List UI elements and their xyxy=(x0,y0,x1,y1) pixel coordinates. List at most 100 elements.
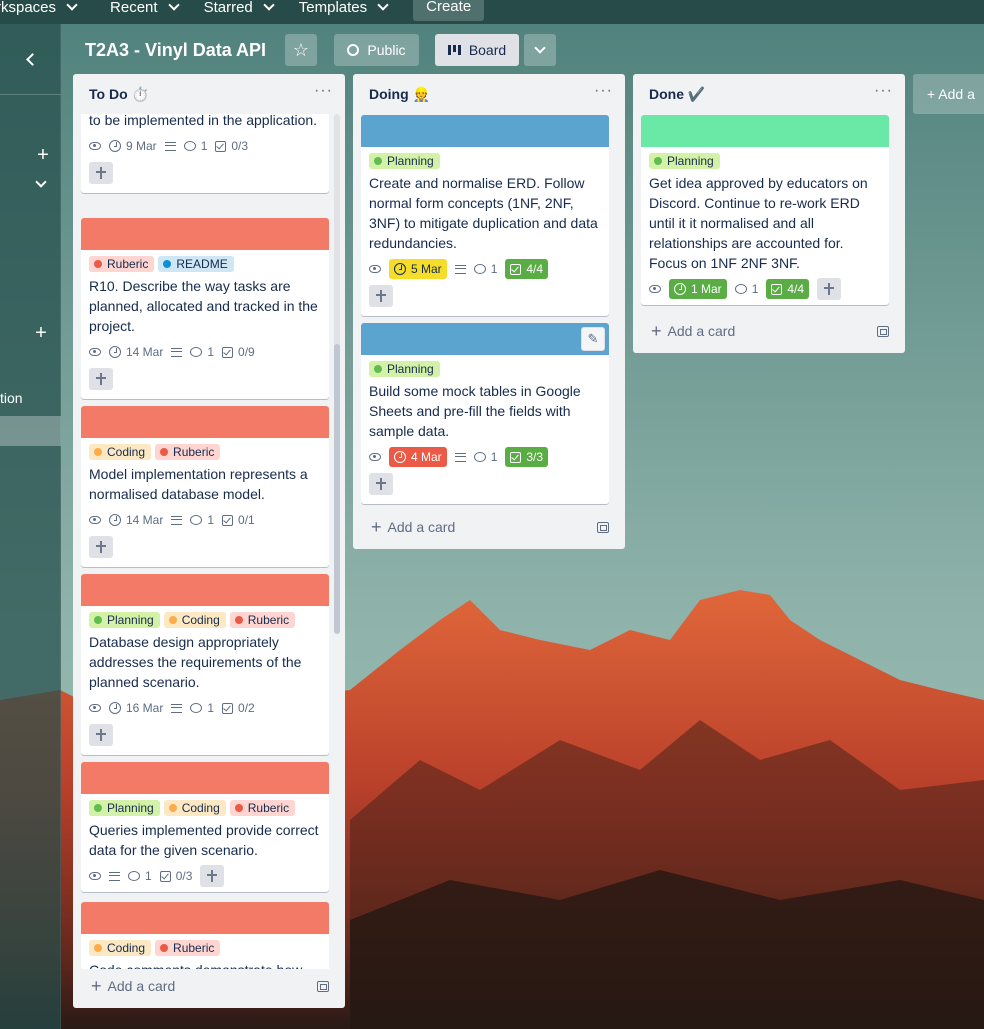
member-avatar-icon[interactable] xyxy=(200,865,225,887)
view-switcher-button[interactable] xyxy=(524,34,556,66)
due-date-badge[interactable]: 1 Mar xyxy=(669,279,727,299)
sidebar-item-active[interactable] xyxy=(0,416,61,446)
member-avatar-icon[interactable] xyxy=(89,536,113,558)
checklist-icon xyxy=(771,283,783,295)
card-title: Create and normalise ERD. Follow normal … xyxy=(369,175,598,251)
card[interactable]: to be implemented in the application. 9 … xyxy=(81,114,329,193)
label-readme[interactable]: README xyxy=(158,256,234,272)
chevron-down-icon xyxy=(377,0,389,11)
watching-badge xyxy=(369,447,381,467)
due-date-badge[interactable]: 14 Mar xyxy=(109,510,163,530)
due-date-badge[interactable]: 9 Mar xyxy=(109,136,157,156)
card[interactable]: Planning Coding Ruberic Queries implemen… xyxy=(81,762,329,892)
label-planning[interactable]: Planning xyxy=(89,800,160,816)
card-badges: 4 Mar 1 3/3 xyxy=(369,445,601,469)
card-template-icon[interactable] xyxy=(317,980,329,992)
list-title[interactable]: Doing 👷 xyxy=(361,86,430,103)
nav-templates[interactable]: Templates xyxy=(299,0,389,16)
plus-icon: + xyxy=(91,975,102,996)
chevron-down-icon xyxy=(534,42,546,54)
star-board-button[interactable]: ☆ xyxy=(285,34,317,66)
card[interactable]: Coding Ruberic Model implementation repr… xyxy=(81,406,329,567)
card[interactable]: Planning Get idea approved by educators … xyxy=(641,115,889,305)
list-title[interactable]: Done ✔️ xyxy=(641,86,705,103)
member-avatar-icon[interactable] xyxy=(89,368,113,390)
card-cover xyxy=(81,762,329,794)
label-rubric[interactable]: Ruberic xyxy=(229,612,296,628)
card-template-icon[interactable] xyxy=(877,325,889,337)
workspace-sidebar: + + tion xyxy=(0,24,61,1029)
card[interactable]: Ruberic README R10. Describe the way tas… xyxy=(81,218,329,399)
nav-workspaces[interactable]: rkspaces xyxy=(0,0,78,16)
comment-icon xyxy=(128,871,140,881)
label-planning[interactable]: Planning xyxy=(649,153,720,169)
comment-icon xyxy=(190,515,203,525)
watching-badge xyxy=(89,510,101,530)
nav-starred[interactable]: Starred xyxy=(204,0,275,16)
card[interactable]: ✎ Planning Build some mock tables in Goo… xyxy=(361,323,609,504)
more-icon[interactable]: ··· xyxy=(874,82,897,100)
label-text: Planning xyxy=(107,613,154,627)
comments-count: 1 xyxy=(490,262,498,276)
watching-badge xyxy=(649,279,661,299)
label-planning[interactable]: Planning xyxy=(89,612,160,628)
label-rubric[interactable]: Ruberic xyxy=(155,444,221,460)
list-cards: Planning Get idea approved by educators … xyxy=(641,115,897,315)
label-planning[interactable]: Planning xyxy=(369,361,440,377)
member-avatar-icon[interactable] xyxy=(89,162,113,184)
comments-count: 1 xyxy=(751,282,759,296)
list-title[interactable]: To Do ⏱️ xyxy=(81,86,149,103)
card-title: Model implementation represents a normal… xyxy=(89,466,308,502)
visibility-label: Public xyxy=(367,42,406,58)
add-icon[interactable]: + xyxy=(33,145,53,165)
member-avatar-icon[interactable] xyxy=(817,278,842,300)
label-coding[interactable]: Coding xyxy=(163,612,226,628)
board-view-button[interactable]: Board xyxy=(435,34,519,66)
visibility-button[interactable]: Public xyxy=(334,34,419,66)
due-date-badge[interactable]: 5 Mar xyxy=(389,259,447,279)
member-avatar-icon[interactable] xyxy=(369,473,393,495)
nav-recent[interactable]: Recent xyxy=(110,0,180,16)
board-view-icon xyxy=(447,45,461,55)
chevron-down-icon[interactable] xyxy=(35,176,47,188)
card[interactable]: Coding Ruberic Code comments demonstrate… xyxy=(81,902,329,969)
board-title[interactable]: T2A3 - Vinyl Data API xyxy=(85,40,266,61)
comments-badge: 1 xyxy=(734,279,759,299)
add-board-icon[interactable]: + xyxy=(31,323,51,343)
card-members xyxy=(89,368,321,393)
label-coding[interactable]: Coding xyxy=(89,940,152,956)
checklist-badge: 0/3 xyxy=(159,866,192,886)
watching-badge xyxy=(89,342,101,362)
card-template-icon[interactable] xyxy=(597,521,609,533)
label-coding[interactable]: Coding xyxy=(89,444,152,460)
due-date-badge[interactable]: 14 Mar xyxy=(109,342,163,362)
member-avatar-icon[interactable] xyxy=(369,285,393,307)
label-coding[interactable]: Coding xyxy=(163,800,226,816)
card-cover xyxy=(641,115,889,147)
list-doing: Doing 👷 ··· Planning Create and normalis… xyxy=(353,74,625,549)
add-card-button[interactable]: + Add a card xyxy=(641,317,897,345)
more-icon[interactable]: ··· xyxy=(594,82,617,100)
add-card-button[interactable]: + Add a card xyxy=(361,513,617,541)
member-avatar-icon[interactable] xyxy=(89,724,113,746)
add-card-button[interactable]: + Add a card xyxy=(81,972,337,1000)
board-view-label: Board xyxy=(468,42,507,58)
label-rubric[interactable]: Ruberic xyxy=(89,256,155,272)
sidebar-item-label[interactable]: tion xyxy=(0,390,23,406)
star-icon: ☆ xyxy=(292,40,310,60)
label-planning[interactable]: Planning xyxy=(369,153,440,169)
card-labels: Coding Ruberic xyxy=(89,940,321,956)
card[interactable]: Planning Create and normalise ERD. Follo… xyxy=(361,115,609,316)
label-rubric[interactable]: Ruberic xyxy=(155,940,221,956)
due-date-badge[interactable]: 16 Mar xyxy=(109,698,163,718)
card[interactable]: Planning Coding Ruberic Database design … xyxy=(81,574,329,755)
list-todo: To Do ⏱️ ··· to be implemented in the ap… xyxy=(73,74,345,1008)
edit-card-icon[interactable]: ✎ xyxy=(581,327,605,351)
add-list-button[interactable]: + Add a xyxy=(913,74,984,114)
due-date-badge[interactable]: 4 Mar xyxy=(389,447,447,467)
more-icon[interactable]: ··· xyxy=(314,82,337,100)
collapse-sidebar-icon[interactable] xyxy=(22,50,42,70)
card-labels: Planning Coding Ruberic xyxy=(89,612,321,628)
create-button[interactable]: Create xyxy=(413,0,485,21)
label-rubric[interactable]: Ruberic xyxy=(229,800,296,816)
